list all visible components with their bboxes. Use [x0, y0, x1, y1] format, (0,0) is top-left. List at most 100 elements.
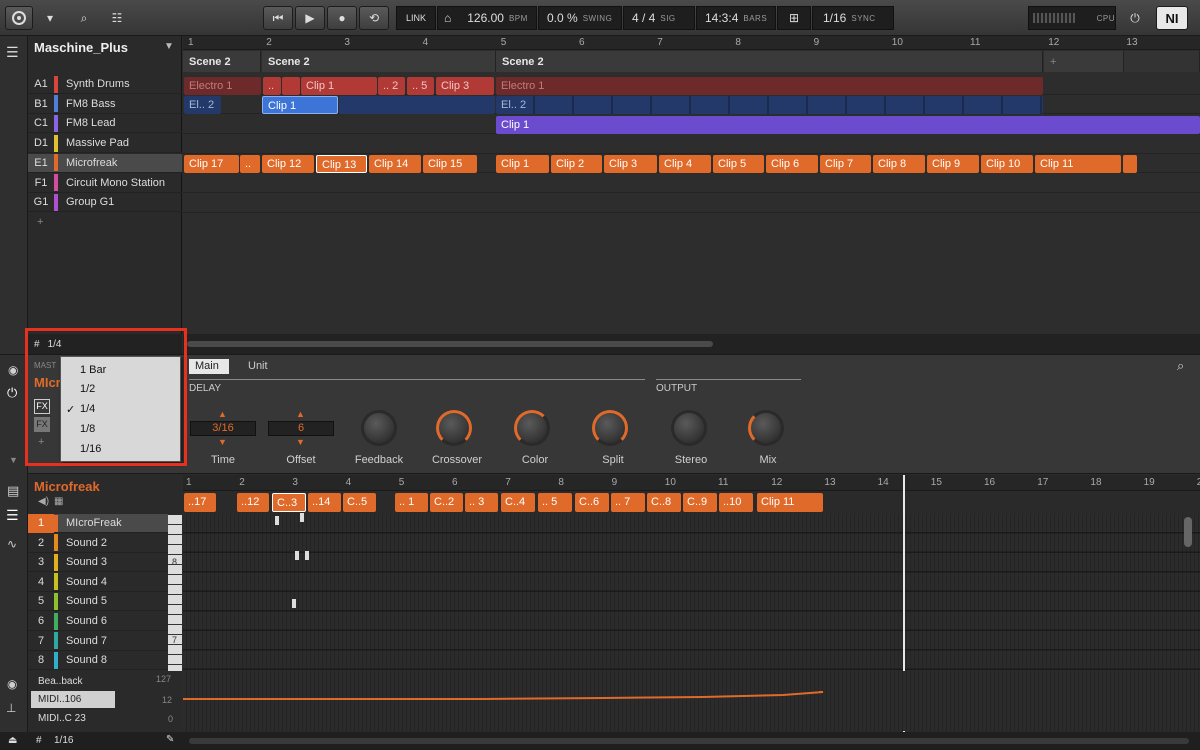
sound-row[interactable]: 4 Sound 4 — [28, 573, 168, 592]
note[interactable] — [275, 516, 279, 525]
clip-selected[interactable]: Clip 1 — [262, 96, 338, 114]
clip[interactable]: Electro 1 — [496, 77, 1043, 95]
pattern-clip[interactable]: C..6 — [575, 493, 609, 512]
project-name[interactable]: Maschine_Plus — [34, 40, 128, 55]
search-icon[interactable]: ⌕ — [70, 6, 98, 30]
pattern-clip[interactable]: .. 3 — [465, 493, 498, 512]
wave-icon[interactable]: ∿ — [7, 537, 17, 551]
pattern-scrollbar[interactable] — [189, 738, 1189, 744]
plugin-icon[interactable]: ⏻ — [7, 385, 17, 401]
piano-keys[interactable] — [168, 515, 182, 671]
lane-label[interactable]: MIDI..C 23 — [38, 713, 86, 724]
fx-slot-1[interactable]: FX — [34, 399, 50, 414]
dropdown-option[interactable]: 1/16 — [61, 439, 180, 458]
sound-row[interactable]: 3 Sound 3 — [28, 553, 168, 573]
pattern-clip[interactable]: C..5 — [343, 493, 376, 512]
eject-icon[interactable]: ⏏ — [8, 735, 17, 746]
pattern-clip[interactable]: .. 7 — [611, 493, 645, 512]
project-menu-chevron-icon[interactable]: ▼ — [164, 41, 174, 52]
group-row-d1[interactable]: D1 Massive Pad — [28, 134, 182, 154]
scene-slot[interactable]: Scene 2 — [496, 51, 1043, 72]
pattern-clip[interactable]: C..9 — [683, 493, 717, 512]
pattern-clip[interactable]: C..3 — [272, 493, 306, 512]
note[interactable] — [300, 513, 304, 522]
clip[interactable]: Electro 1 — [184, 77, 261, 95]
add-scene-button[interactable]: + — [1044, 51, 1124, 72]
clip[interactable]: Clip 5 — [713, 155, 764, 173]
dropdown-option[interactable]: 1/8 — [61, 419, 180, 438]
arranger-scrollbar[interactable] — [183, 334, 1200, 354]
clip[interactable] — [339, 96, 495, 114]
clip[interactable]: El.. 2 — [184, 96, 221, 114]
dropdown-option[interactable]: ✓ 1/4 — [61, 400, 180, 419]
sound-row[interactable]: 1 MIcroFreak — [28, 513, 168, 533]
clip[interactable]: Clip 17 — [184, 155, 239, 173]
clip[interactable]: .. — [240, 155, 260, 173]
color-knob[interactable] — [514, 410, 550, 446]
tab-main[interactable]: Main — [189, 359, 229, 374]
group-row-c1[interactable]: C1 FM8 Lead — [28, 114, 182, 134]
time-up-icon[interactable]: ▲ — [218, 409, 227, 419]
clip[interactable]: Clip 7 — [820, 155, 871, 173]
stereo-knob[interactable] — [671, 410, 707, 446]
clip[interactable]: Clip 8 — [873, 155, 925, 173]
sound-row[interactable]: 8 Sound 8 — [28, 651, 168, 671]
clip[interactable]: Clip 6 — [766, 155, 818, 173]
arranger-ruler[interactable]: 1 2 3 4 5 6 7 8 9 10 11 12 13 — [183, 36, 1200, 50]
clip[interactable]: Clip 1 — [496, 155, 549, 173]
group-row-e1[interactable]: E1 Microfreak — [28, 153, 182, 173]
offset-down-icon[interactable]: ▼ — [296, 437, 305, 447]
crossover-knob[interactable] — [436, 410, 472, 446]
clip[interactable]: El.. 2 — [496, 96, 1043, 114]
pattern-clip[interactable]: .. 5 — [538, 493, 572, 512]
note[interactable] — [305, 551, 309, 560]
step-grid[interactable] — [183, 513, 1200, 670]
clip[interactable]: Clip 12 — [262, 155, 314, 173]
pattern-clip[interactable]: C..2 — [430, 493, 463, 512]
add-group-button[interactable]: + — [37, 216, 43, 228]
pattern-clip[interactable]: .. 1 — [395, 493, 428, 512]
offset-value[interactable]: 6 — [268, 421, 334, 436]
record-button[interactable]: ● — [327, 6, 357, 30]
sound-row[interactable]: 6 Sound 6 — [28, 612, 168, 631]
grid-icon[interactable]: ▦ — [54, 496, 63, 507]
menu-chevron-icon[interactable]: ▾ — [38, 6, 62, 30]
clip[interactable]: Clip 13 — [316, 155, 367, 173]
dropdown-option[interactable]: 1/2 — [61, 380, 180, 399]
pattern-clip[interactable]: ..10 — [719, 493, 753, 512]
clip[interactable]: Clip 3 — [436, 77, 494, 95]
search-icon[interactable]: ⌕ — [1177, 358, 1184, 374]
split-knob[interactable] — [592, 410, 628, 446]
step-grid-value[interactable]: 1/16 — [54, 735, 73, 746]
offset-up-icon[interactable]: ▲ — [296, 409, 305, 419]
clip[interactable]: .. 5 — [407, 77, 434, 95]
play-button[interactable]: ▶ — [295, 6, 325, 30]
lane-label[interactable]: Bea..back — [38, 676, 82, 687]
arrange-grid-bar[interactable]: # 1/4 — [28, 334, 182, 354]
pattern-clip[interactable]: ..12 — [237, 493, 269, 512]
clip[interactable]: Clip 1 — [301, 77, 377, 95]
group-row-a1[interactable]: A1 Synth Drums — [28, 75, 182, 94]
clip[interactable]: Clip 2 — [551, 155, 602, 173]
pencil-icon[interactable]: ✎ — [166, 734, 174, 745]
pattern-clip[interactable]: ..14 — [308, 493, 341, 512]
pattern-ruler[interactable]: 1234567891011121314151617181920 — [183, 475, 1200, 491]
scroll-thumb[interactable] — [187, 341, 713, 347]
tab-unit[interactable]: Unit — [248, 360, 268, 372]
ideas-view-icon[interactable]: ☰ — [6, 44, 19, 61]
pattern-clip[interactable]: Clip 11 — [757, 493, 823, 512]
group-row-g1[interactable]: G1 Group G1 — [28, 193, 182, 213]
pattern-editor[interactable]: 1234567891011121314151617181920 ..17..12… — [183, 475, 1200, 732]
dropdown-option[interactable]: 1 Bar — [61, 360, 180, 379]
group-row-b1[interactable]: B1 FM8 Bass — [28, 95, 182, 114]
clip[interactable]: Clip 11 — [1035, 155, 1121, 173]
clip[interactable]: .. — [263, 77, 281, 95]
note[interactable] — [295, 551, 299, 560]
tempo-display[interactable]: ⌂ 126.00 BPM — [437, 6, 537, 30]
speaker-icon[interactable]: ◀) — [38, 496, 49, 507]
time-value[interactable]: 3/16 — [190, 421, 256, 436]
sound-row[interactable]: 2 Sound 2 — [28, 534, 168, 553]
pattern-clip[interactable]: C..4 — [501, 493, 535, 512]
mixer-icon[interactable]: ☷ — [104, 6, 130, 30]
note[interactable] — [292, 599, 296, 608]
